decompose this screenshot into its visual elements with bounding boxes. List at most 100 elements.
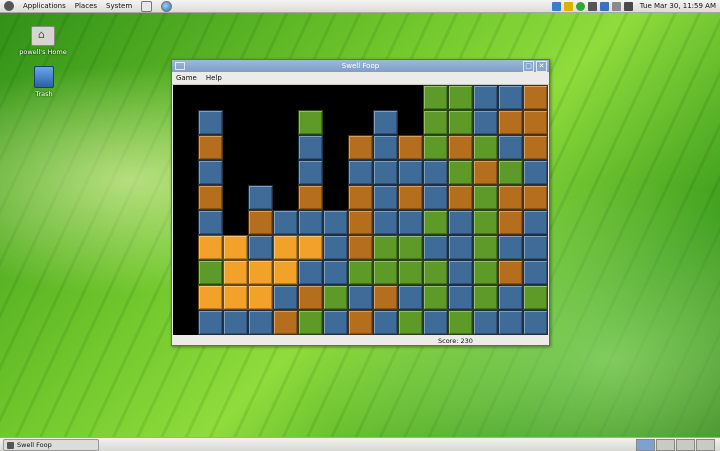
tile-blue[interactable] bbox=[298, 260, 323, 285]
tile-blue[interactable] bbox=[448, 285, 473, 310]
tile-green[interactable] bbox=[423, 135, 448, 160]
tile-brown[interactable] bbox=[523, 185, 548, 210]
close-icon[interactable]: ✕ bbox=[536, 61, 547, 72]
notes-icon[interactable] bbox=[563, 1, 573, 11]
tile-brown[interactable] bbox=[248, 210, 273, 235]
tile-green[interactable] bbox=[298, 110, 323, 135]
tile-blue[interactable] bbox=[348, 160, 373, 185]
tile-blue[interactable] bbox=[248, 185, 273, 210]
tile-orange[interactable] bbox=[223, 285, 248, 310]
tile-green[interactable] bbox=[373, 235, 398, 260]
tile-blue[interactable] bbox=[198, 110, 223, 135]
tile-brown[interactable] bbox=[348, 135, 373, 160]
tile-blue[interactable] bbox=[523, 310, 548, 335]
tile-blue[interactable] bbox=[323, 310, 348, 335]
tile-blue[interactable] bbox=[373, 160, 398, 185]
tile-blue[interactable] bbox=[398, 210, 423, 235]
tile-brown[interactable] bbox=[273, 310, 298, 335]
tile-brown[interactable] bbox=[398, 135, 423, 160]
tile-blue[interactable] bbox=[473, 110, 498, 135]
tile-blue[interactable] bbox=[273, 285, 298, 310]
tile-blue[interactable] bbox=[398, 285, 423, 310]
tile-green[interactable] bbox=[398, 310, 423, 335]
tile-blue[interactable] bbox=[323, 235, 348, 260]
tile-brown[interactable] bbox=[523, 85, 548, 110]
tile-blue[interactable] bbox=[373, 310, 398, 335]
workspace-2[interactable] bbox=[656, 439, 675, 451]
desktop-home-folder[interactable]: powell's Home bbox=[18, 26, 68, 56]
tile-blue[interactable] bbox=[223, 310, 248, 335]
text-editor-launcher-icon[interactable] bbox=[141, 0, 153, 12]
tile-green[interactable] bbox=[423, 110, 448, 135]
tile-brown[interactable] bbox=[298, 285, 323, 310]
tile-blue[interactable] bbox=[473, 310, 498, 335]
tile-brown[interactable] bbox=[498, 260, 523, 285]
tile-brown[interactable] bbox=[348, 235, 373, 260]
tile-green[interactable] bbox=[423, 85, 448, 110]
tile-blue[interactable] bbox=[423, 235, 448, 260]
tile-green[interactable] bbox=[473, 235, 498, 260]
tile-green[interactable] bbox=[448, 85, 473, 110]
taskbar-swell-foop[interactable]: Swell Foop bbox=[3, 439, 99, 451]
tile-blue[interactable] bbox=[298, 160, 323, 185]
tile-green[interactable] bbox=[423, 260, 448, 285]
tile-green[interactable] bbox=[448, 310, 473, 335]
tile-green[interactable] bbox=[298, 310, 323, 335]
tile-blue[interactable] bbox=[373, 210, 398, 235]
game-menu[interactable]: Game bbox=[176, 74, 197, 82]
tile-blue[interactable] bbox=[498, 135, 523, 160]
tile-blue[interactable] bbox=[523, 210, 548, 235]
tile-brown[interactable] bbox=[348, 310, 373, 335]
tile-green[interactable] bbox=[448, 160, 473, 185]
printer-icon[interactable] bbox=[611, 1, 621, 11]
tile-orange[interactable] bbox=[248, 260, 273, 285]
tile-brown[interactable] bbox=[198, 185, 223, 210]
workspace-1[interactable] bbox=[636, 439, 655, 451]
tile-orange[interactable] bbox=[198, 285, 223, 310]
tile-green[interactable] bbox=[423, 210, 448, 235]
tile-brown[interactable] bbox=[498, 110, 523, 135]
tile-blue[interactable] bbox=[198, 310, 223, 335]
tile-green[interactable] bbox=[473, 185, 498, 210]
tile-blue[interactable] bbox=[523, 260, 548, 285]
network-icon[interactable] bbox=[551, 1, 561, 11]
bluetooth-icon[interactable] bbox=[599, 1, 609, 11]
tile-blue[interactable] bbox=[498, 85, 523, 110]
tile-orange[interactable] bbox=[223, 235, 248, 260]
display-icon[interactable] bbox=[587, 1, 597, 11]
places-menu[interactable]: Places bbox=[75, 2, 97, 10]
tile-blue[interactable] bbox=[523, 235, 548, 260]
tile-brown[interactable] bbox=[473, 160, 498, 185]
tile-blue[interactable] bbox=[198, 160, 223, 185]
tile-brown[interactable] bbox=[498, 185, 523, 210]
tile-blue[interactable] bbox=[273, 210, 298, 235]
tile-brown[interactable] bbox=[523, 135, 548, 160]
status-icon[interactable] bbox=[575, 1, 585, 11]
maximize-icon[interactable]: □ bbox=[523, 61, 534, 72]
tile-green[interactable] bbox=[348, 260, 373, 285]
tile-brown[interactable] bbox=[198, 135, 223, 160]
tile-blue[interactable] bbox=[248, 310, 273, 335]
tile-blue[interactable] bbox=[373, 135, 398, 160]
tile-green[interactable] bbox=[323, 285, 348, 310]
tile-green[interactable] bbox=[473, 285, 498, 310]
gnome-foot-icon[interactable] bbox=[4, 1, 14, 11]
tile-blue[interactable] bbox=[323, 210, 348, 235]
tile-blue[interactable] bbox=[298, 135, 323, 160]
tile-green[interactable] bbox=[473, 260, 498, 285]
tile-brown[interactable] bbox=[448, 185, 473, 210]
tile-blue[interactable] bbox=[348, 285, 373, 310]
volume-icon[interactable] bbox=[623, 1, 633, 11]
tile-orange[interactable] bbox=[298, 235, 323, 260]
tile-blue[interactable] bbox=[423, 185, 448, 210]
applications-menu[interactable]: Applications bbox=[23, 2, 66, 10]
tile-brown[interactable] bbox=[498, 210, 523, 235]
tile-brown[interactable] bbox=[448, 135, 473, 160]
tile-brown[interactable] bbox=[348, 210, 373, 235]
window-titlebar[interactable]: Swell Foop □ ✕ bbox=[172, 60, 549, 72]
tile-green[interactable] bbox=[448, 110, 473, 135]
tile-blue[interactable] bbox=[298, 210, 323, 235]
tile-blue[interactable] bbox=[398, 160, 423, 185]
tile-blue[interactable] bbox=[448, 210, 473, 235]
tile-green[interactable] bbox=[523, 285, 548, 310]
